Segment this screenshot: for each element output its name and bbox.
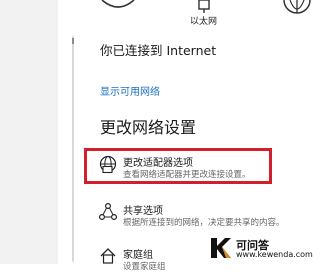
highlight-annotation-box: [84, 148, 272, 184]
watermark-logo-icon: [211, 238, 231, 258]
option-description: 设置家庭组: [123, 262, 166, 272]
sharing-icon: [98, 202, 118, 221]
option-title: 共享选项: [123, 206, 163, 217]
sharing-options[interactable]: 共享选项 根据所连接到的网络，决定要共享的内容。: [98, 202, 308, 230]
scrollbar-thumb[interactable]: [72, 38, 74, 44]
connection-status-text: 你已连接到 Internet: [100, 43, 217, 58]
show-available-networks-link[interactable]: 显示可用网络: [100, 83, 160, 98]
watermark: 可问答 www.kewenda.com: [206, 236, 328, 262]
option-description: 根据所连接到的网络，决定要共享的内容。: [123, 218, 285, 228]
homegroup-icon: [100, 248, 116, 264]
wifi-status-icon[interactable]: [100, 0, 136, 12]
change-network-settings-heading: 更改网络设置: [100, 118, 197, 137]
status-icons-row: 以太网: [0, 0, 330, 30]
left-navigation-strip: [0, 0, 58, 264]
ethernet-icon[interactable]: [196, 0, 212, 14]
homegroup-option[interactable]: 家庭组 设置家庭组: [98, 246, 218, 274]
globe-icon[interactable]: [282, 0, 312, 16]
option-title: 家庭组: [123, 250, 153, 261]
scrollbar-track[interactable]: [72, 36, 74, 262]
ethernet-label[interactable]: 以太网: [190, 14, 217, 27]
watermark-url: www.kewenda.com: [236, 250, 313, 259]
